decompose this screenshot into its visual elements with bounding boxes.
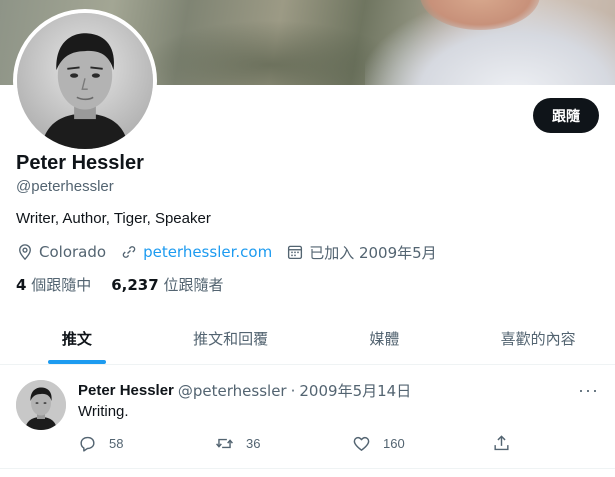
joined-text: 已加入 2009年5月 (309, 243, 437, 262)
tweet-item[interactable]: Peter Hessler @peterhessler · 2009年5月14日… (0, 366, 615, 469)
tweet-author-name[interactable]: Peter Hessler (78, 382, 174, 399)
website-item[interactable]: peterhessler.com (120, 243, 272, 261)
profile-avatar[interactable] (13, 9, 157, 153)
reply-count: 58 (109, 436, 124, 451)
website-link[interactable]: peterhessler.com (143, 243, 272, 261)
profile-tabs: 推文 推文和回覆 媒體 喜歡的內容 (0, 312, 615, 365)
avatar-portrait-icon (16, 380, 66, 430)
active-tab-indicator (47, 360, 106, 364)
tab-label: 推文 (61, 329, 92, 348)
tweet-text: Writing. (78, 403, 129, 420)
tab-label: 媒體 (369, 329, 400, 348)
tab-likes[interactable]: 喜歡的內容 (461, 312, 615, 364)
share-icon (494, 435, 509, 451)
separator-dot: · (290, 381, 296, 400)
location-item: Colorado (16, 243, 106, 261)
profile-handle: @peterhessler (16, 178, 114, 195)
like-count: 160 (383, 436, 405, 451)
profile-stats: 4 個跟隨中 6,237 位跟隨者 (16, 274, 243, 295)
following-stat[interactable]: 4 個跟隨中 (16, 274, 91, 295)
tweet-header: Peter Hessler @peterhessler · 2009年5月14日 (78, 380, 411, 401)
joined-item: 已加入 2009年5月 (286, 242, 437, 263)
calendar-icon (288, 245, 303, 260)
tab-label: 推文和回覆 (193, 329, 269, 348)
profile-name: Peter Hessler (16, 152, 144, 174)
tab-tweets[interactable]: 推文 (0, 312, 154, 364)
profile-bio: Writer, Author, Tiger, Speaker (16, 210, 211, 227)
tweet-date[interactable]: 2009年5月14日 (299, 380, 411, 401)
following-count: 4 (16, 276, 27, 294)
tab-tweets-and-replies[interactable]: 推文和回覆 (154, 312, 308, 364)
avatar-portrait-icon (17, 13, 153, 149)
followers-count: 6,237 (111, 276, 159, 294)
tweet-author-handle[interactable]: @peterhessler (178, 382, 287, 400)
tab-media[interactable]: 媒體 (308, 312, 462, 364)
share-button[interactable] (492, 434, 523, 453)
location-pin-icon (19, 244, 31, 261)
followers-label: 位跟隨者 (163, 276, 224, 294)
like-button[interactable]: 160 (352, 434, 492, 453)
more-options-icon[interactable]: ··· (578, 380, 599, 401)
retweet-icon (216, 438, 233, 449)
banner-landscape (140, 20, 400, 85)
tweet-actions: 58 36 160 (78, 434, 523, 453)
tweet-avatar[interactable] (16, 380, 66, 430)
following-label: 個跟隨中 (31, 276, 92, 294)
heart-icon (353, 436, 370, 451)
retweet-count: 36 (246, 436, 261, 451)
follow-button[interactable]: 跟隨 (533, 98, 599, 133)
profile-meta: Colorado peterhessler.com 已加入 2009年5月 (16, 242, 451, 262)
link-icon (122, 246, 136, 258)
followers-stat[interactable]: 6,237 位跟隨者 (111, 274, 223, 295)
reply-icon (80, 436, 95, 452)
reply-button[interactable]: 58 (78, 434, 215, 453)
tab-label: 喜歡的內容 (500, 329, 576, 348)
location-text: Colorado (39, 243, 107, 261)
retweet-button[interactable]: 36 (215, 434, 352, 453)
